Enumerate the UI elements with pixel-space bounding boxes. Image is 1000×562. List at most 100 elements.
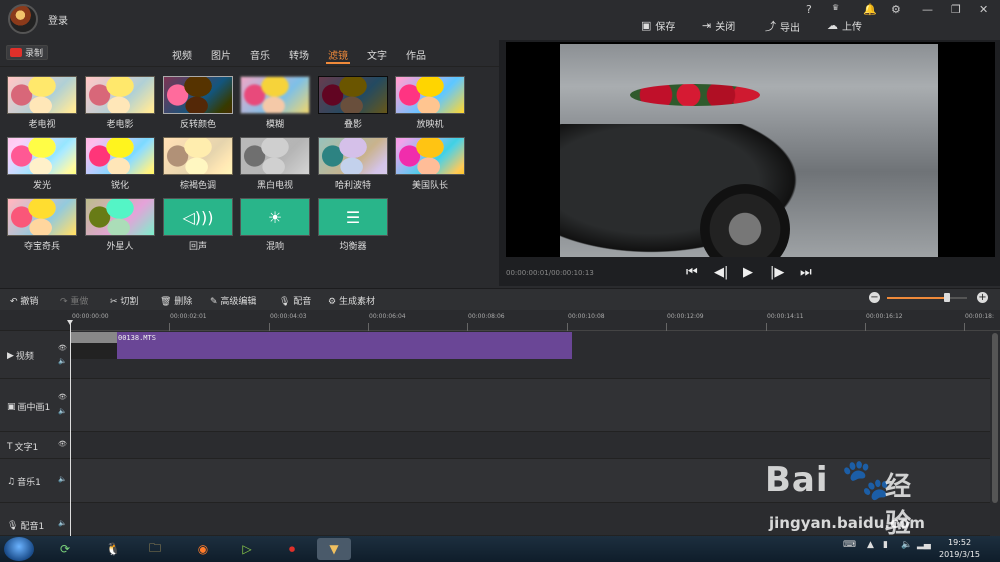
tab-video[interactable]: 视频 xyxy=(172,47,211,62)
dub-button[interactable]: 🎙 配音 xyxy=(279,294,311,307)
speaker-icon[interactable]: 🔈 xyxy=(58,357,67,365)
login-link[interactable]: 登录 xyxy=(48,12,68,27)
vip-icon[interactable]: ♛ xyxy=(832,3,839,12)
ruler-tick xyxy=(269,323,270,331)
record-button[interactable]: 录制 xyxy=(6,45,48,60)
playhead-handle[interactable] xyxy=(67,320,73,325)
zoom-in-icon[interactable]: + xyxy=(977,292,988,303)
speaker-icon[interactable]: 🔈 xyxy=(58,407,67,415)
close-button[interactable]: ⇥ 关闭 xyxy=(702,18,735,33)
skip-start-icon[interactable]: ⏮ xyxy=(686,265,698,280)
filter-item[interactable]: 叠影 xyxy=(318,76,388,130)
timeline-ruler[interactable]: 00:00:00:00 00:00:02:01 00:00:04:03 00:0… xyxy=(70,311,1000,331)
undo-button[interactable]: ↶ 撤销 xyxy=(10,294,38,307)
user-avatar[interactable] xyxy=(8,4,38,34)
player-icon[interactable]: ▷ xyxy=(230,538,264,560)
redo-button[interactable]: ↷ 重做 xyxy=(60,294,88,307)
close-window-icon[interactable]: ✕ xyxy=(979,3,988,16)
bell-icon[interactable]: 🔔 xyxy=(863,3,877,16)
gear-icon[interactable]: ⚙ xyxy=(891,3,901,16)
zoom-slider-handle[interactable] xyxy=(944,293,950,302)
scrollbar-thumb[interactable] xyxy=(992,333,998,503)
track-body-pip[interactable] xyxy=(70,379,990,432)
eye-icon[interactable]: 👁 xyxy=(58,393,67,401)
tab-music[interactable]: 音乐 xyxy=(250,47,289,62)
filter-item[interactable]: 放映机 xyxy=(395,76,465,130)
skip-end-icon[interactable]: ⏭ xyxy=(800,265,812,280)
eye-icon[interactable]: 👁 xyxy=(58,344,67,352)
start-button[interactable] xyxy=(4,537,34,561)
filter-item[interactable]: 模糊 xyxy=(240,76,310,130)
help-icon[interactable]: ? xyxy=(806,3,812,16)
filter-label: 叠影 xyxy=(343,120,362,130)
filter-label: 锐化 xyxy=(110,181,129,191)
speaker-icon[interactable]: 🔈 xyxy=(58,475,67,483)
upload-button[interactable]: ☁ 上传 xyxy=(827,18,862,33)
qq-icon[interactable]: 🐧 xyxy=(96,538,130,560)
delete-button[interactable]: 🗑 删除 xyxy=(160,294,192,307)
tab-filter[interactable]: 滤镜 xyxy=(328,47,367,62)
filter-item[interactable]: 老电影 xyxy=(85,76,155,130)
advanced-edit-button[interactable]: ✎ 高级编辑 xyxy=(210,294,256,307)
cut-button[interactable]: ✂ 切割 xyxy=(110,294,138,307)
playhead[interactable] xyxy=(70,321,71,536)
network-icon[interactable]: ▮ xyxy=(883,540,888,550)
minimize-icon[interactable]: — xyxy=(922,3,933,16)
tab-image[interactable]: 图片 xyxy=(211,47,250,62)
timeline-scrollbar[interactable] xyxy=(990,331,1000,536)
keyboard-icon[interactable]: ⌨ xyxy=(843,540,856,550)
play-icon[interactable]: ▶ xyxy=(743,265,753,280)
maximize-icon[interactable]: ❐ xyxy=(951,3,961,16)
export-button[interactable]: ⤴ 导出 xyxy=(765,18,800,34)
save-button[interactable]: ▣ 保存 xyxy=(641,18,675,33)
volume-icon[interactable]: 🔈 xyxy=(901,540,912,550)
filter-item[interactable]: ☰ 均衡器 xyxy=(318,198,388,252)
video-clip[interactable]: 00138.MTS xyxy=(70,332,572,359)
video-editor-app: 登录 ? ♛ 🔔 ⚙ — ❐ ✕ ▣ 保存 ⇥ 关闭 ⤴ 导出 ☁ 上传 录制 … xyxy=(0,0,1000,562)
pencil-icon: ✎ xyxy=(210,297,221,307)
filter-item[interactable]: ◁))) 回声 xyxy=(163,198,233,252)
speaker-icon[interactable]: 🔈 xyxy=(58,519,67,527)
zoom-out-icon[interactable]: − xyxy=(869,292,880,303)
filter-item[interactable]: 哈利波特 xyxy=(318,137,388,191)
filter-item[interactable]: 老电视 xyxy=(7,76,77,130)
tab-transition[interactable]: 转场 xyxy=(289,47,328,62)
filter-label: 哈利波特 xyxy=(334,181,371,191)
recorder-icon[interactable]: ⏺ xyxy=(275,538,309,560)
prev-frame-icon[interactable]: ◀| xyxy=(714,265,728,280)
tray-arrow-icon[interactable]: ▲ xyxy=(867,540,874,550)
track-label: 画中画1 xyxy=(17,403,51,413)
filter-label: 发光 xyxy=(32,181,51,191)
clock-date: 2019/3/15 xyxy=(939,550,981,559)
editor-taskbar-icon[interactable]: ▼ xyxy=(317,538,351,560)
signal-icon[interactable]: ▂▄ xyxy=(917,540,931,550)
filter-thumbnail xyxy=(85,76,155,114)
filter-item[interactable]: 外星人 xyxy=(85,198,155,252)
firefox-icon[interactable]: ◉ xyxy=(186,538,220,560)
browser-360-icon[interactable]: ⟳ xyxy=(48,538,82,560)
filter-item[interactable]: 锐化 xyxy=(85,137,155,191)
filter-item[interactable]: 夺宝奇兵 xyxy=(7,198,77,252)
tab-text[interactable]: 文字 xyxy=(367,47,406,62)
track-body-text[interactable] xyxy=(70,432,990,459)
filter-item[interactable]: 反转颜色 xyxy=(163,76,233,130)
redo-icon: ↷ xyxy=(60,297,71,307)
zoom-slider[interactable] xyxy=(887,297,967,299)
filter-label: 反转颜色 xyxy=(179,120,216,130)
filter-thumbnail xyxy=(395,76,465,114)
filter-item[interactable]: ☀ 混响 xyxy=(240,198,310,252)
filter-thumbnail xyxy=(7,137,77,175)
folder-icon[interactable]: 🗀 xyxy=(138,538,172,560)
filter-item[interactable]: 棕褐色调 xyxy=(163,137,233,191)
filter-item[interactable]: 发光 xyxy=(7,137,77,191)
filter-item[interactable]: 黑白电视 xyxy=(240,137,310,191)
system-clock[interactable]: 19:52 2019/3/15 xyxy=(939,537,980,561)
filter-item[interactable]: 美国队长 xyxy=(395,137,465,191)
tab-works[interactable]: 作品 xyxy=(406,47,445,62)
next-frame-icon[interactable]: |▶ xyxy=(770,265,784,280)
ruler-tick-label: 00:00:04:03 xyxy=(270,313,307,320)
filter-label: 回声 xyxy=(188,242,207,252)
generate-material-button[interactable]: ⚙ 生成素材 xyxy=(328,294,375,307)
eye-icon[interactable]: 👁 xyxy=(58,440,67,448)
filter-thumbnail xyxy=(240,76,310,114)
